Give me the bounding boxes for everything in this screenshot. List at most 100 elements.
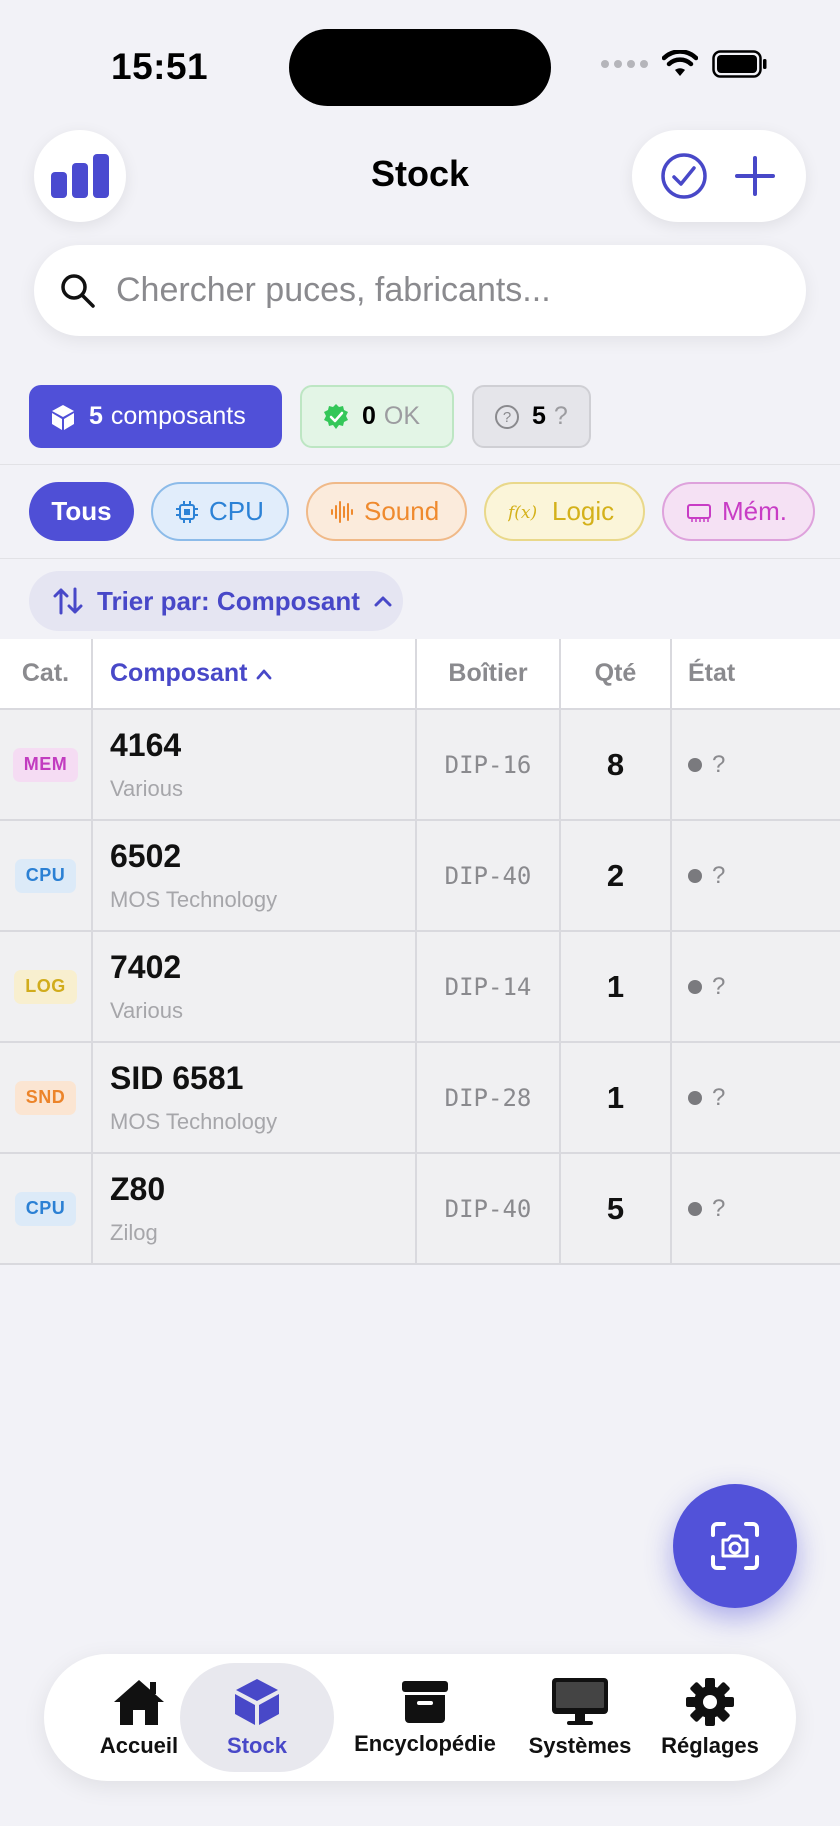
tab-systems-label: Systèmes — [528, 1732, 632, 1758]
category-badge: CPU — [14, 858, 77, 893]
header-actions — [632, 130, 806, 222]
quantity-cell: 8 — [561, 710, 672, 819]
component-manufacturer: Various — [110, 998, 183, 1023]
table-row[interactable]: CPU Z80 Zilog DIP-40 5 ? — [0, 1154, 840, 1265]
package-value: DIP-14 — [444, 972, 532, 1001]
component-manufacturer: MOS Technology — [110, 887, 278, 912]
category-cell: LOG — [0, 932, 93, 1041]
quantity-cell: 2 — [561, 821, 672, 930]
category-cell: SND — [0, 1043, 93, 1152]
scan-button[interactable] — [673, 1484, 797, 1608]
search-input[interactable] — [116, 271, 756, 310]
state-dot — [688, 1090, 702, 1105]
select-button[interactable] — [656, 148, 712, 204]
quantity-value: 8 — [606, 746, 625, 782]
status-icons — [601, 50, 768, 78]
category-filters: Tous CPU Sound f(x) Logic Mém. — [29, 482, 815, 541]
category-cell: CPU — [0, 1154, 93, 1263]
column-header-package[interactable]: Boîtier — [417, 639, 561, 708]
status-time: 15:51 — [111, 46, 209, 87]
column-header-label: Composant — [110, 659, 248, 687]
package-cell: DIP-16 — [417, 710, 561, 819]
column-header-category[interactable]: Cat. — [0, 639, 93, 708]
archive-box-icon — [402, 1680, 448, 1723]
plus-icon — [734, 156, 775, 196]
filter-memory-label: Mém. — [722, 496, 787, 526]
component-cell: 7402 Various — [93, 932, 417, 1041]
quantity-value: 5 — [606, 1190, 625, 1226]
tab-encyclopedia-label: Encyclopédie — [354, 1730, 496, 1756]
filter-cpu[interactable]: CPU — [151, 482, 289, 541]
question-circle-icon: ? — [495, 404, 519, 429]
tab-encyclopedia[interactable]: Encyclopédie — [337, 1663, 513, 1772]
package-cell: DIP-40 — [417, 1154, 561, 1263]
battery-icon — [712, 50, 767, 78]
stat-total-chip[interactable]: 5 composants — [29, 385, 282, 448]
desktop-computer-icon — [552, 1677, 608, 1725]
tab-systems[interactable]: Systèmes — [512, 1663, 648, 1772]
package-value: DIP-40 — [444, 1194, 532, 1223]
checkmark-circle-icon — [660, 153, 707, 199]
stat-ok-label: OK — [383, 402, 421, 430]
filter-logic-label: Logic — [552, 496, 615, 526]
state-cell: ? — [672, 1154, 840, 1263]
tab-settings[interactable]: Réglages — [650, 1663, 770, 1772]
state-cell: ? — [672, 1043, 840, 1152]
signal-icon — [601, 60, 648, 68]
package-cell: DIP-40 — [417, 821, 561, 930]
stats-row: 5 composants 0 OK ? 5 ? — [29, 385, 591, 448]
state-dot — [688, 868, 702, 883]
stat-ok-chip[interactable]: 0 OK — [300, 385, 454, 448]
filter-sound-label: Sound — [364, 496, 440, 526]
tab-home-label: Accueil — [99, 1732, 179, 1758]
column-header-label: Cat. — [21, 659, 70, 687]
state-value: ? — [712, 972, 726, 1000]
stat-total-count: 5 — [89, 402, 103, 430]
stat-ok-count: 0 — [362, 402, 376, 430]
filter-logic[interactable]: f(x) Logic — [484, 482, 645, 541]
column-header-component[interactable]: Composant — [93, 639, 417, 708]
cube-icon — [235, 1678, 279, 1725]
component-manufacturer: Zilog — [110, 1220, 158, 1245]
filter-memory[interactable]: Mém. — [662, 482, 815, 541]
category-badge: CPU — [14, 1191, 77, 1226]
package-value: DIP-16 — [444, 750, 532, 779]
quantity-value: 1 — [606, 1079, 625, 1115]
add-button[interactable] — [727, 148, 783, 204]
state-cell: ? — [672, 821, 840, 930]
chip-icon — [176, 500, 198, 523]
function-icon: f(x) — [508, 503, 537, 523]
filter-cpu-label: CPU — [209, 496, 264, 526]
filter-all[interactable]: Tous — [29, 482, 134, 541]
chevron-up-icon — [374, 596, 392, 607]
component-manufacturer: Various — [110, 776, 183, 801]
divider — [0, 464, 840, 465]
package-cell: DIP-14 — [417, 932, 561, 1041]
table-row[interactable]: LOG 7402 Various DIP-14 1 ? — [0, 932, 840, 1043]
column-header-label: Boîtier — [448, 659, 528, 687]
filter-all-label: Tous — [51, 496, 112, 526]
component-name: 7402 — [110, 949, 182, 985]
quantity-cell: 1 — [561, 1043, 672, 1152]
component-cell: 4164 Various — [93, 710, 417, 819]
sort-button[interactable]: Trier par: Composant — [29, 571, 403, 631]
column-header-quantity[interactable]: Qté — [561, 639, 672, 708]
state-value: ? — [712, 750, 726, 778]
stock-table: Cat. Composant Boîtier Qté État MEM 4164… — [0, 639, 840, 1265]
filter-sound[interactable]: Sound — [306, 482, 467, 541]
dynamic-island — [289, 29, 551, 106]
wifi-icon — [662, 50, 698, 76]
table-row[interactable]: SND SID 6581 MOS Technology DIP-28 1 ? — [0, 1043, 840, 1154]
svg-text:f(x): f(x) — [508, 503, 537, 523]
table-row[interactable]: MEM 4164 Various DIP-16 8 ? — [0, 710, 840, 821]
component-cell: SID 6581 MOS Technology — [93, 1043, 417, 1152]
stat-unknown-chip[interactable]: ? 5 ? — [472, 385, 591, 448]
tab-stock[interactable]: Stock — [180, 1663, 334, 1772]
search-bar[interactable] — [34, 245, 806, 336]
category-badge: MEM — [12, 747, 79, 782]
svg-text:?: ? — [503, 409, 511, 426]
column-header-state[interactable]: État — [672, 639, 840, 708]
table-row[interactable]: CPU 6502 MOS Technology DIP-40 2 ? — [0, 821, 840, 932]
component-name: 6502 — [110, 838, 182, 874]
waveform-icon — [331, 500, 353, 523]
